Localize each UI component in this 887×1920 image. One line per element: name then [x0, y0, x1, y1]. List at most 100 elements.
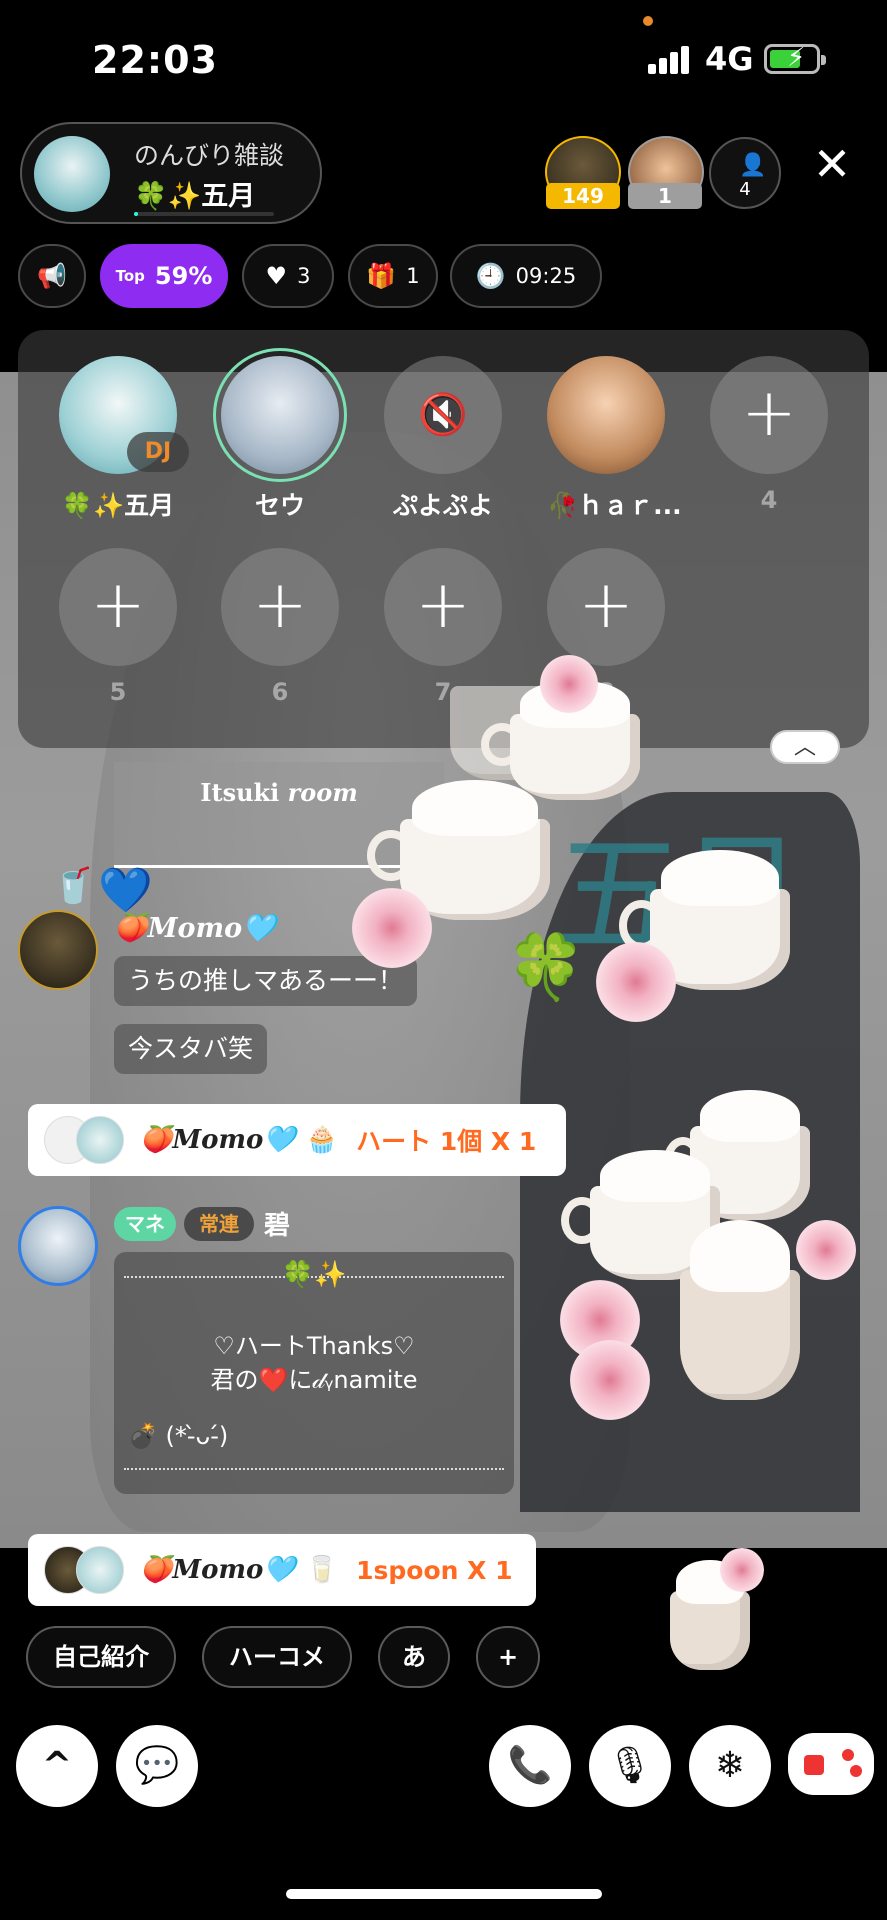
seat-number: 5 — [109, 678, 127, 706]
sender-avatar[interactable] — [18, 910, 98, 990]
blossom-decor — [796, 1220, 856, 1280]
effects-button[interactable]: ❄ — [689, 1725, 771, 1807]
plus-icon: + — [252, 566, 308, 643]
gift-item-icon: 🥛 — [305, 1555, 339, 1585]
regular-badge: 常連 — [184, 1207, 254, 1241]
seat-number: 6 — [271, 678, 289, 706]
blossom-decor — [352, 888, 432, 968]
collapse-seats-button[interactable]: ︿ — [770, 730, 840, 764]
clock-icon: 🕘 — [475, 262, 506, 290]
seat-5-empty[interactable]: + 4 — [710, 356, 828, 514]
status-bar: 22:03 4G ⚡ — [0, 0, 887, 110]
seat-7-empty[interactable]: + 6 — [221, 548, 339, 706]
room-avatar — [34, 136, 110, 212]
decor-cup — [680, 1220, 800, 1400]
seat-1[interactable]: DJ 🍀✨五月 — [59, 356, 189, 522]
card-header: 🍀✨ — [281, 1260, 347, 1290]
quick-reply-add[interactable]: + — [476, 1626, 540, 1688]
manager-badge: マネ — [114, 1207, 176, 1241]
gift-icon: 🎁 — [366, 262, 397, 290]
plus-icon: + — [578, 566, 634, 643]
quick-reply-heart-comment[interactable]: ハーコメ — [202, 1626, 352, 1688]
gift-notification: 🍑𝑴𝒐𝒎𝒐🩵 🥛 1spoon X 1 — [28, 1534, 536, 1606]
game-button[interactable] — [788, 1733, 874, 1795]
expand-button[interactable]: ^ — [16, 1725, 98, 1807]
gift-receiver-avatar — [76, 1116, 124, 1164]
speaking-ring — [213, 348, 347, 482]
blossom-decor — [720, 1548, 764, 1592]
quick-reply-a[interactable]: あ — [378, 1626, 450, 1688]
seat-number: 4 — [760, 486, 778, 514]
top-value: 59% — [154, 262, 213, 290]
drink-emoji: 🥤 — [52, 866, 95, 906]
announcement-button[interactable]: 📢 — [18, 244, 86, 308]
top-fan-1-count: 149 — [546, 183, 620, 209]
top-fan-2-count: 1 — [628, 183, 702, 209]
timer-chip[interactable]: 🕘 09:25 — [450, 244, 602, 308]
listener-count: 4 — [739, 179, 751, 200]
clock: 22:03 — [92, 38, 218, 82]
thanks-card: 🍀✨ ♡ハートThanks♡ 君の❤️に𝒹ᵧnamite 💣 (*-̀ᴗ-́) — [114, 1252, 514, 1494]
seat-1-avatar: DJ — [59, 356, 189, 474]
plus-icon: + — [90, 566, 146, 643]
gifts-chip[interactable]: 🎁 1 — [348, 244, 438, 308]
privacy-indicator — [643, 16, 653, 26]
gift-description: ハート 1個 X 1 — [356, 1127, 537, 1156]
manager-name: 碧 — [264, 1211, 291, 1241]
battery-icon: ⚡ — [764, 43, 826, 74]
plus-icon: + — [415, 566, 471, 643]
room-host: 🍀✨五月 — [134, 181, 256, 212]
top-label: Top — [115, 267, 145, 285]
chat-message: うちの推しマあるーー！ — [114, 956, 418, 1006]
gamepad-icon — [804, 1755, 824, 1775]
person-icon: 👤 — [739, 153, 767, 178]
seat-3-name: ぷよぷよ — [392, 491, 493, 520]
notice-title-suffix: room — [287, 778, 358, 807]
card-line-3: 💣 (*-̀ᴗ-́) — [128, 1422, 229, 1450]
gift-sender: 🍑𝑴𝒐𝒎𝒐🩵 — [140, 1125, 296, 1155]
microphone-icon: 🎙 — [607, 1745, 653, 1786]
manager-avatar[interactable] — [18, 1206, 98, 1286]
chevron-up-icon: ^ — [41, 1745, 73, 1786]
listeners-button[interactable]: 👤 4 — [709, 137, 781, 209]
blossom-decor — [596, 942, 676, 1022]
notice-title: Itsuki — [200, 778, 280, 807]
clover-decor: 🍀 — [506, 931, 586, 1005]
signal-icon — [648, 44, 692, 74]
room-info[interactable]: のんびり雑談 🍀✨五月 — [20, 122, 322, 224]
home-indicator[interactable] — [286, 1889, 602, 1899]
megaphone-icon: 📢 — [37, 262, 67, 290]
chat-button[interactable]: 💬 — [116, 1725, 198, 1807]
seat-4[interactable]: 🥀ｈａｒ... — [547, 356, 682, 522]
decor-cup — [367, 780, 550, 920]
seat-4-avatar — [547, 356, 665, 474]
gift-description: 1spoon X 1 — [356, 1555, 513, 1585]
timer-value: 09:25 — [515, 264, 577, 288]
quick-reply-self-intro[interactable]: 自己紹介 — [26, 1626, 176, 1688]
card-line-2: 君の❤️に𝒹ᵧnamite — [210, 1366, 418, 1394]
seat-6-empty[interactable]: + 5 — [59, 548, 177, 706]
gift-receiver-avatar — [76, 1546, 124, 1594]
mic-button[interactable]: 🎙 — [589, 1725, 671, 1807]
seat-2-avatar — [213, 348, 347, 482]
top-rank-chip[interactable]: Top 59% — [100, 244, 228, 308]
network-type: 4G — [705, 40, 754, 78]
gift-item-icon: 🧁 — [305, 1125, 339, 1155]
snowflake-icon: ❄ — [714, 1745, 746, 1786]
call-button[interactable]: 📞 — [489, 1725, 571, 1807]
gift-notification: 🍑𝑴𝒐𝒎𝒐🩵 🧁 ハート 1個 X 1 — [28, 1104, 566, 1176]
hearts-count: 3 — [297, 264, 311, 288]
blossom-decor — [540, 655, 598, 713]
close-icon[interactable]: ✕ — [806, 138, 858, 190]
seat-3[interactable]: 🔇 ぷよぷよ — [384, 356, 502, 522]
sender-name: 🍑𝑴𝒐𝒎𝒐🩵 — [114, 913, 276, 944]
hearts-chip[interactable]: ♥ 3 — [242, 244, 334, 308]
seat-3-avatar: 🔇 — [384, 356, 502, 474]
mic-off-icon: 🔇 — [418, 392, 468, 438]
gift-sender: 🍑𝑴𝒐𝒎𝒐🩵 — [140, 1555, 296, 1585]
dj-badge: DJ — [127, 432, 189, 472]
card-line-1: ♡ハートThanks♡ — [213, 1332, 415, 1360]
seat-2[interactable]: セウ — [213, 348, 347, 522]
chat-message: 今スタバ笑 — [114, 1024, 268, 1074]
room-title: のんびり雑談 — [134, 141, 285, 170]
